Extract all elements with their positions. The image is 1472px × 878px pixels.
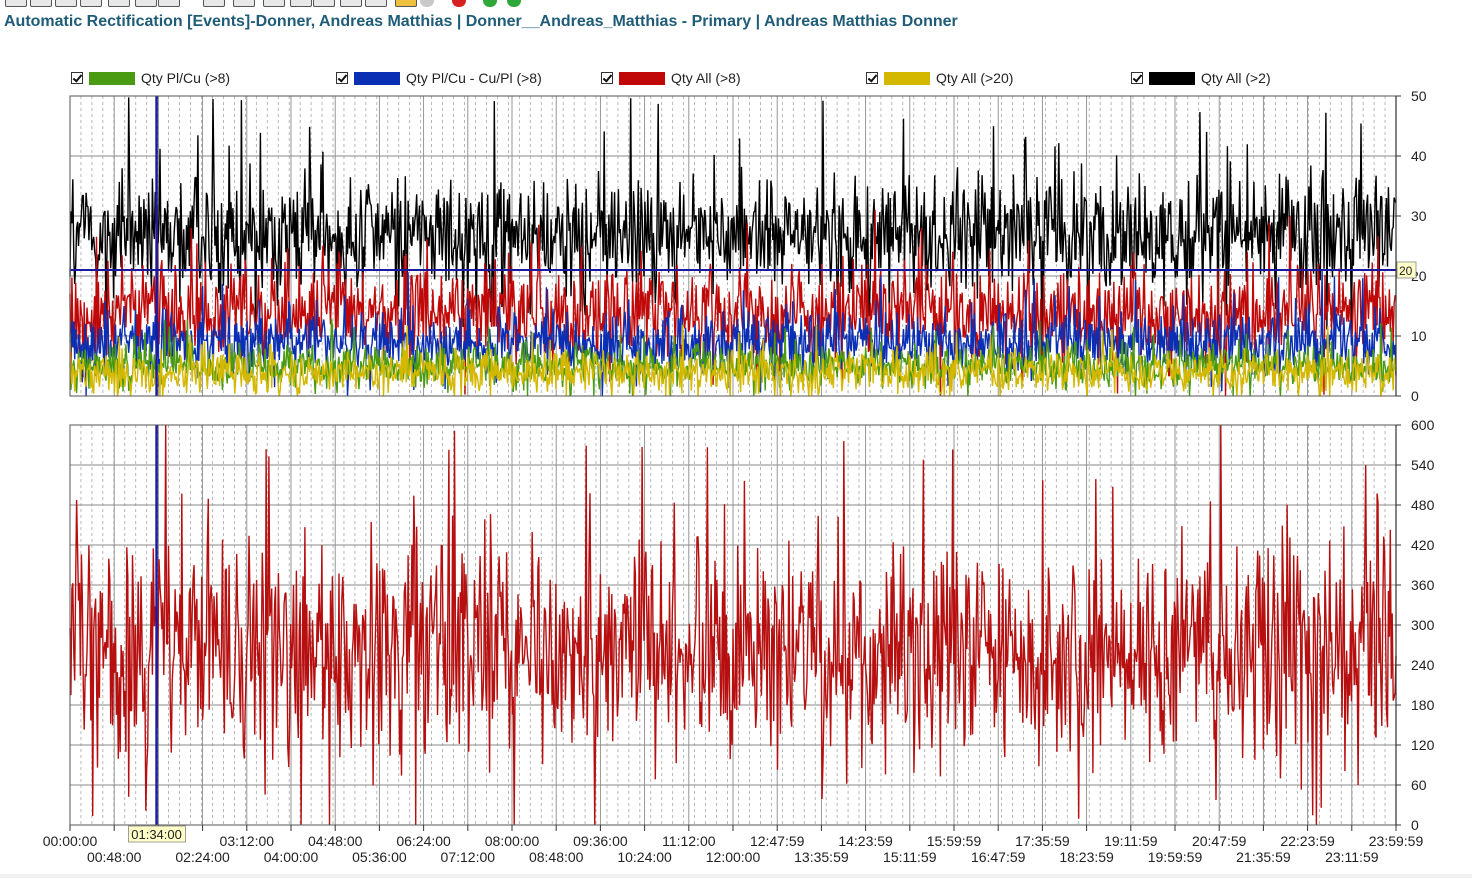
x-tick-label: 04:00:00 [264, 849, 319, 865]
x-tick-label: 20:47:59 [1192, 833, 1247, 849]
y-tick-label: 240 [1411, 657, 1435, 673]
x-tick-label: 11:12:00 [662, 833, 716, 849]
x-tick-label: 17:35:59 [1015, 833, 1070, 849]
x-tick-label: 08:48:00 [529, 849, 584, 865]
x-tick-label: 09:36:00 [573, 833, 628, 849]
x-tick-label: 06:24:00 [396, 833, 451, 849]
x-tick-label: 14:23:59 [838, 833, 893, 849]
y-tick-label: 120 [1411, 737, 1435, 753]
x-tick-label: 10:24:00 [617, 849, 672, 865]
x-tick-label: 04:48:00 [308, 833, 363, 849]
x-tick-label: 03:12:00 [220, 833, 275, 849]
horizontal-scrollbar[interactable] [0, 874, 1472, 878]
y-tick-label: 360 [1411, 577, 1435, 593]
x-tick-label: 15:11:59 [883, 849, 937, 865]
x-tick-label: 16:47:59 [971, 849, 1026, 865]
x-tick-label: 05:36:00 [352, 849, 407, 865]
y-tick-label: 180 [1411, 697, 1435, 713]
y-tick-label: 600 [1411, 417, 1435, 433]
chart-area[interactable]: 0102030405020060120180240300360420480540… [0, 0, 1472, 878]
y-tick-label: 60 [1411, 777, 1427, 793]
x-tick-label: 00:00:00 [43, 833, 98, 849]
y-tick-label: 540 [1411, 457, 1435, 473]
y-tick-label: 0 [1411, 388, 1419, 404]
threshold-label: 20 [1399, 264, 1413, 278]
y-tick-label: 420 [1411, 537, 1435, 553]
x-tick-label: 19:11:59 [1104, 833, 1158, 849]
x-tick-label: 18:23:59 [1059, 849, 1114, 865]
x-tick-label: 07:12:00 [441, 849, 496, 865]
x-tick-label: 00:48:00 [87, 849, 142, 865]
x-tick-label: 13:35:59 [794, 849, 849, 865]
y-tick-label: 300 [1411, 617, 1435, 633]
x-tick-label: 12:47:59 [750, 833, 805, 849]
y-tick-label: 50 [1411, 88, 1427, 104]
x-tick-label: 08:00:00 [485, 833, 540, 849]
x-tick-label: 15:59:59 [927, 833, 982, 849]
y-tick-label: 30 [1411, 208, 1427, 224]
y-tick-label: 40 [1411, 148, 1427, 164]
x-tick-label: 19:59:59 [1148, 849, 1203, 865]
x-tick-label: 23:11:59 [1325, 849, 1379, 865]
x-tick-label: 22:23:59 [1280, 833, 1335, 849]
x-tick-label: 23:59:59 [1369, 833, 1424, 849]
x-tick-label: 21:35:59 [1236, 849, 1291, 865]
y-tick-label: 10 [1411, 328, 1427, 344]
x-tick-label: 02:24:00 [175, 849, 230, 865]
x-tick-label: 12:00:00 [706, 849, 761, 865]
cursor-time-label: 01:34:00 [131, 827, 182, 842]
y-tick-label: 0 [1411, 817, 1419, 833]
y-tick-label: 480 [1411, 497, 1435, 513]
